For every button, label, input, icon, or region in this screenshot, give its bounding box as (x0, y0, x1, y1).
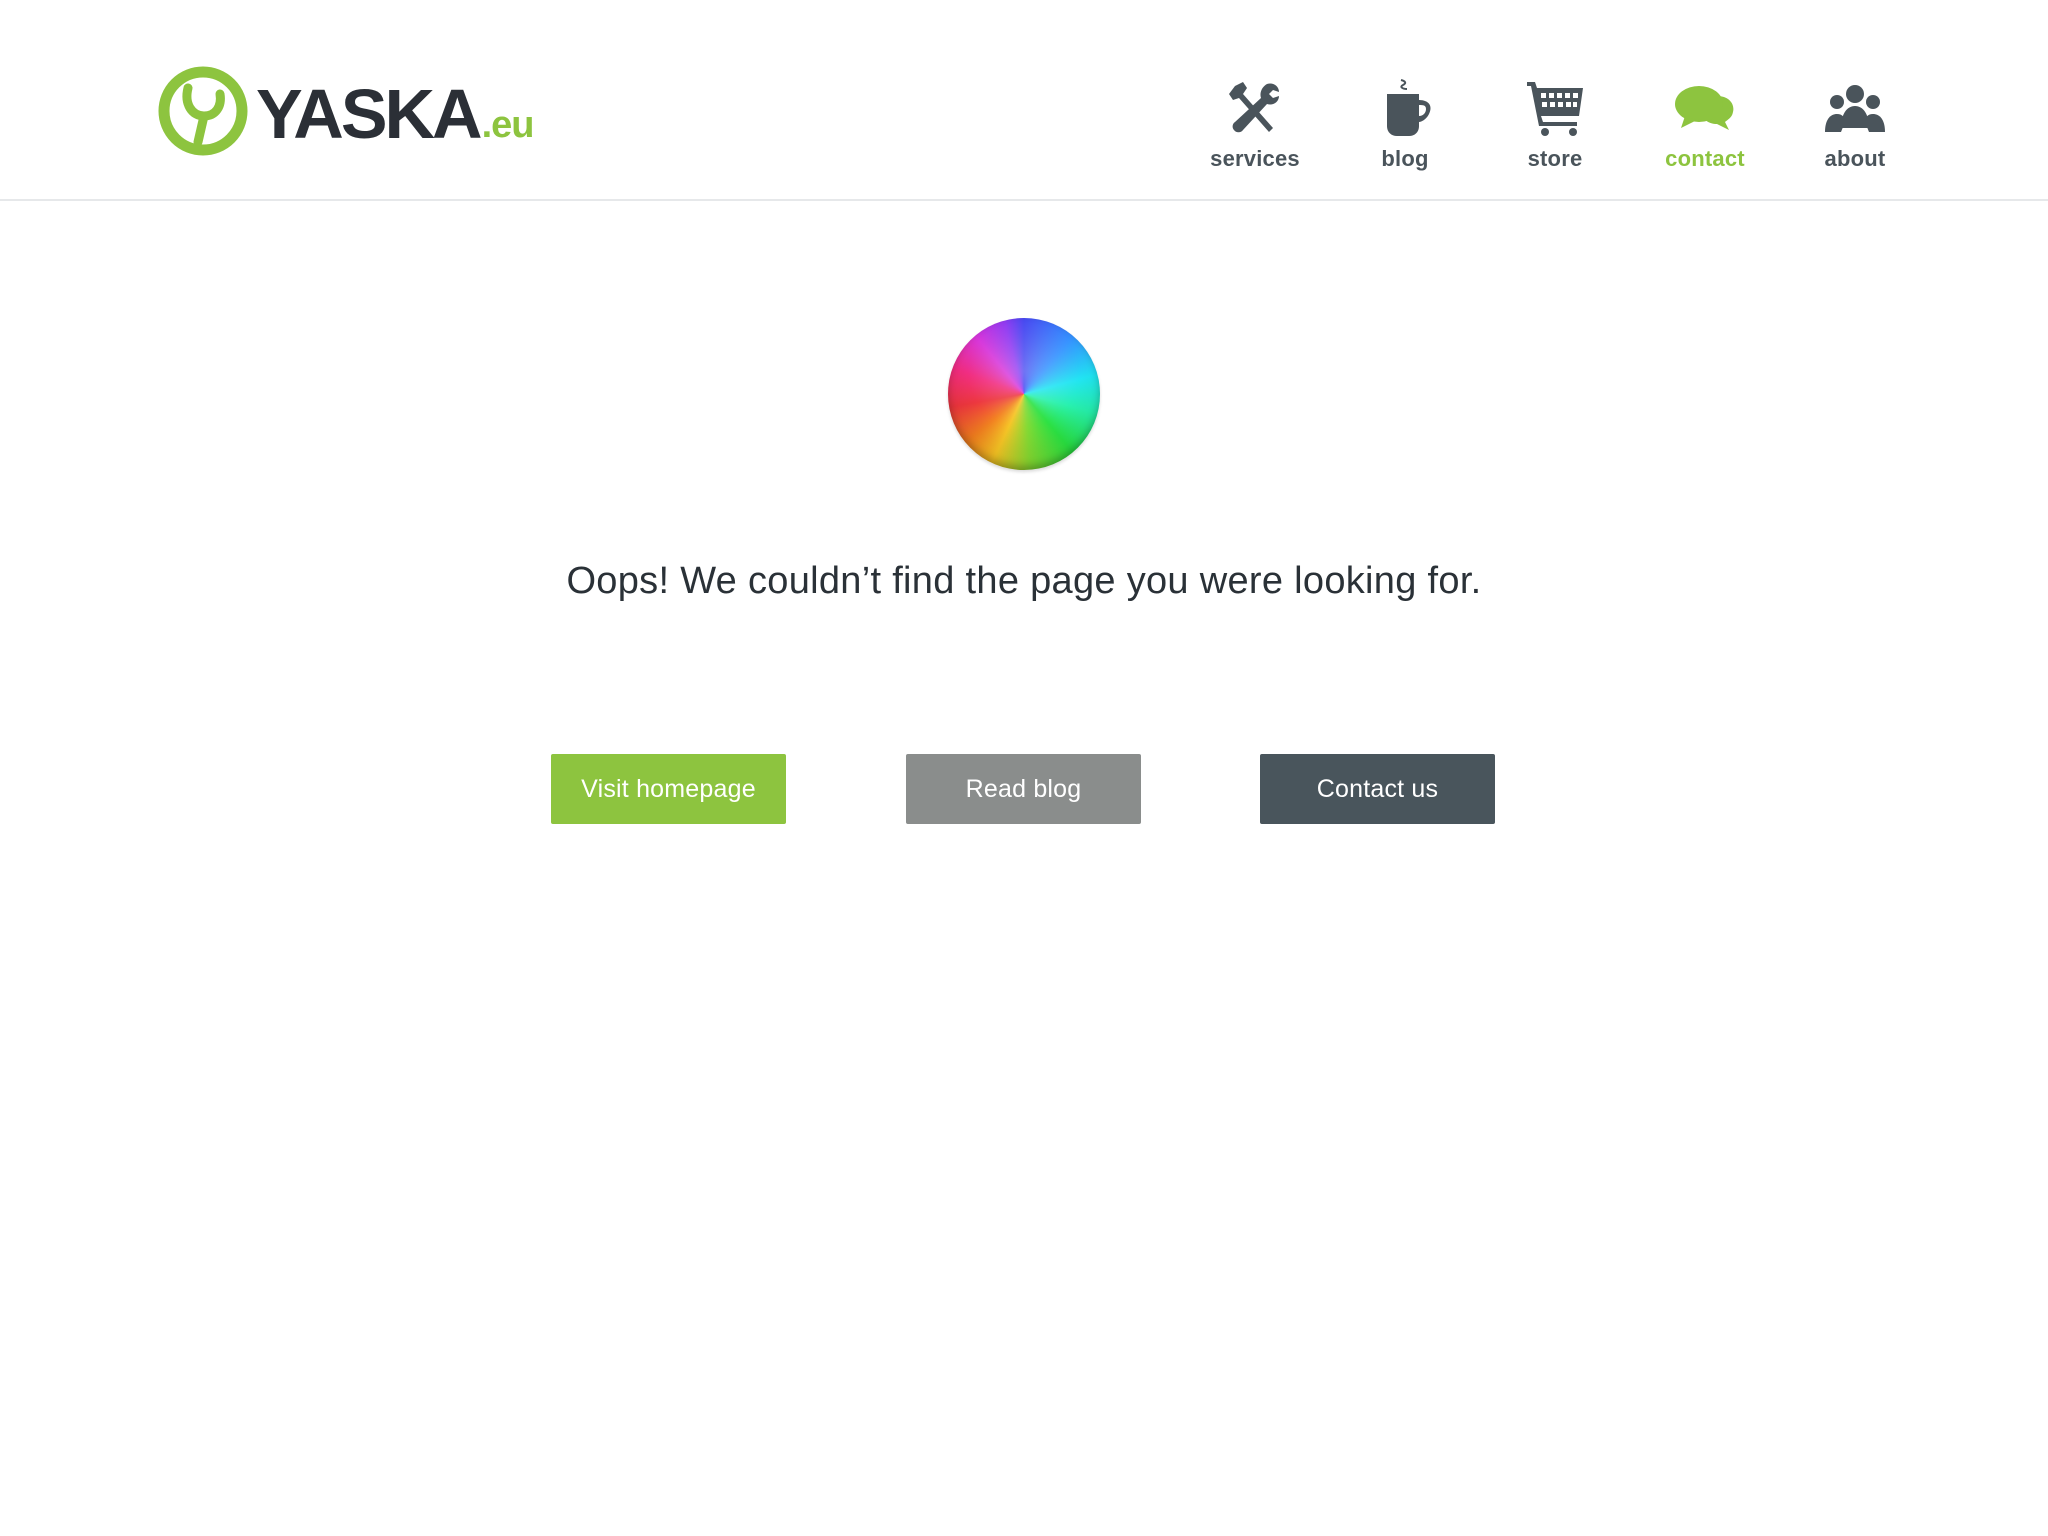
nav-label-contact: contact (1665, 146, 1745, 171)
logo-wordmark: YASKA (256, 75, 483, 153)
read-blog-button[interactable]: Read blog (906, 754, 1141, 824)
yaska-logo-icon (158, 66, 248, 156)
nav-label-services: services (1210, 146, 1300, 171)
nav-label-store: store (1527, 146, 1583, 171)
nav-item-contact[interactable]: contact (1630, 78, 1780, 172)
site-header: YASKA .eu services blog store contact ab… (0, 0, 2048, 201)
main-nav: services blog store contact about (1180, 78, 1930, 172)
coffee-cup-icon (1387, 79, 1431, 136)
error-message: Oops! We couldn’t find the page you were… (566, 560, 1482, 602)
site-logo[interactable]: YASKA .eu (158, 64, 535, 158)
nav-item-store[interactable]: store (1480, 78, 1630, 172)
tools-icon (1229, 82, 1279, 133)
nav-item-blog[interactable]: blog (1330, 78, 1480, 172)
chat-bubbles-icon (1675, 86, 1734, 130)
nav-label-blog: blog (1381, 146, 1429, 171)
nav-label-about: about (1824, 146, 1886, 171)
nav-item-about[interactable]: about (1780, 78, 1930, 172)
action-buttons: Visit homepage Read blog Contact us (551, 754, 1495, 824)
visit-homepage-button[interactable]: Visit homepage (551, 754, 786, 824)
shopping-cart-icon (1527, 82, 1583, 136)
logo-tld: .eu (481, 103, 535, 146)
rainbow-spinner-icon (948, 318, 1100, 470)
nav-item-services[interactable]: services (1180, 78, 1330, 172)
people-icon (1825, 85, 1885, 132)
contact-us-button[interactable]: Contact us (1260, 754, 1495, 824)
